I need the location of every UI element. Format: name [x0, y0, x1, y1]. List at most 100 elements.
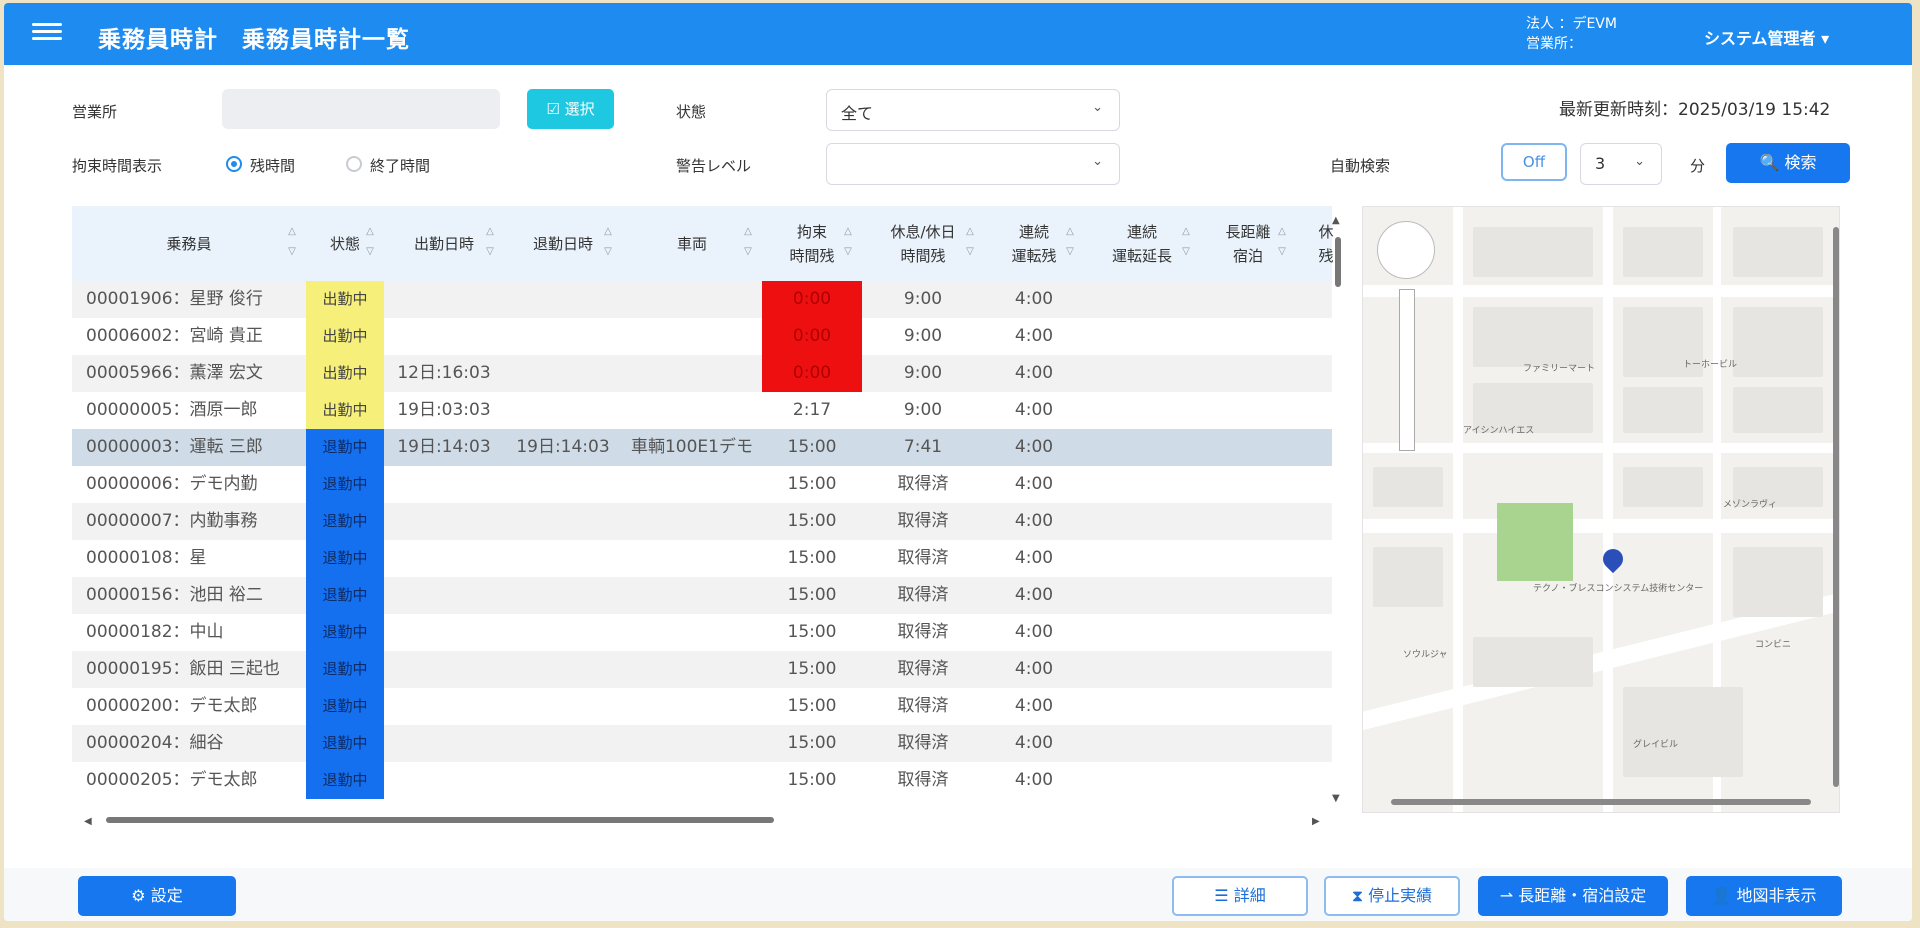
office-select-button[interactable]: ☑ 選択: [527, 89, 614, 129]
sort-icon[interactable]: △▽: [842, 222, 854, 262]
radio-remaining[interactable]: [226, 156, 242, 172]
start-time-cell: [384, 503, 504, 540]
office-input[interactable]: [222, 89, 500, 129]
table-horizontal-scrollbar[interactable]: [82, 813, 1332, 827]
detail-button[interactable]: ☰ 詳細: [1172, 876, 1308, 916]
interval-unit: 分: [1690, 157, 1706, 175]
sort-icon[interactable]: △▽: [484, 222, 496, 262]
end-time-cell: [504, 762, 622, 799]
end-time-cell: [504, 540, 622, 577]
column-header[interactable]: 状態 △ ▽: [306, 206, 384, 281]
vehicle-cell: [622, 318, 762, 355]
binding-remaining-cell: 15:00: [787, 585, 837, 605]
binding-remaining-cell: 15:00: [787, 437, 837, 457]
binding-remaining-cell: 15:00: [787, 511, 837, 531]
status-cell: 出勤中: [306, 281, 384, 318]
status-cell: 退勤中: [306, 540, 384, 577]
column-header[interactable]: 退勤日時 △ ▽: [504, 206, 622, 281]
vehicle-cell: 車輌100E1デモ: [630, 437, 753, 457]
table-row[interactable]: 00001906：星野 俊行 出勤中 0:00 9:00 4:00: [72, 281, 1332, 318]
state-select[interactable]: 全て ⌄: [826, 89, 1120, 131]
sort-icon[interactable]: △▽: [742, 222, 754, 262]
driver-cell: 00000205：デモ太郎: [86, 770, 258, 790]
table-row[interactable]: 00000006：デモ内勤 退勤中 15:00 取得済 4:00: [72, 466, 1332, 503]
vehicle-cell: [622, 503, 762, 540]
table-row[interactable]: 00000182：中山 退勤中 15:00 取得済 4:00: [72, 614, 1332, 651]
map-vertical-scrollbar[interactable]: [1833, 227, 1839, 787]
driver-cell: 00000108：星: [86, 548, 207, 568]
warn-select[interactable]: ⌄: [826, 143, 1120, 185]
sort-icon[interactable]: △▽: [364, 222, 376, 262]
map-zoom-slider[interactable]: [1399, 289, 1415, 451]
rest-remaining-cell: 取得済: [897, 548, 949, 568]
end-time-cell: [504, 614, 622, 651]
end-time-cell: 19日:14:03: [516, 437, 610, 457]
end-time-cell: [504, 392, 622, 429]
scroll-right-icon[interactable]: ▶: [1312, 816, 1320, 827]
stop-record-button[interactable]: ⧗ 停止実績: [1324, 876, 1460, 916]
auto-search-toggle[interactable]: Off: [1501, 143, 1567, 181]
status-cell: 出勤中: [306, 318, 384, 355]
binding-remaining-cell: 15:00: [787, 474, 837, 494]
sort-icon[interactable]: △▽: [286, 222, 298, 262]
map-horizontal-scrollbar[interactable]: [1391, 799, 1811, 805]
user-menu[interactable]: システム管理者 ▾: [1704, 25, 1829, 49]
sort-icon[interactable]: △▽: [1064, 222, 1076, 262]
column-header[interactable]: 乗務員 △ ▽: [72, 206, 306, 281]
sort-icon[interactable]: △▽: [1180, 222, 1192, 262]
sort-icon[interactable]: △▽: [602, 222, 614, 262]
column-header[interactable]: 長距離 宿泊 △ ▽: [1200, 206, 1296, 281]
long-distance-settings-button[interactable]: ⇀ 長距離・宿泊設定: [1478, 876, 1668, 916]
updated-label: 最新更新時刻：: [1559, 100, 1678, 120]
table-row[interactable]: 00000003：運転 三郎 退勤中 19日:14:03 19日:14:03 車輌100…: [72, 429, 1332, 466]
scroll-down-icon[interactable]: ▼: [1332, 793, 1340, 804]
rest-remaining-cell: 取得済: [897, 659, 949, 679]
column-header[interactable]: 連続 運転延長 △ ▽: [1084, 206, 1200, 281]
driver-cell: 00000156：池田 裕二: [86, 585, 263, 605]
table-row[interactable]: 00006002：宮崎 貴正 出勤中 0:00 9:00 4:00: [72, 318, 1332, 355]
table-row[interactable]: 00000200：デモ太郎 退勤中 15:00 取得済 4:00: [72, 688, 1332, 725]
map-pan-control[interactable]: [1377, 221, 1435, 279]
app-title: 乗務員時計: [98, 27, 218, 53]
rest-remaining-cell: 9:00: [903, 289, 943, 309]
interval-select[interactable]: 3 ⌄: [1580, 143, 1662, 185]
start-time-cell: [384, 281, 504, 318]
scroll-up-icon[interactable]: ▲: [1332, 215, 1340, 226]
column-header[interactable]: 連続 運転残 △ ▽: [984, 206, 1084, 281]
table-header: 乗務員 △ ▽ 状態 △ ▽ 出勤日時 △ ▽ 退勤日時 △ ▽ 車両 △ ▽ 拘束 時間残 △ ▽ 休息/休日 時間残…: [72, 206, 1340, 281]
start-time-cell: [384, 651, 504, 688]
search-button[interactable]: 🔍 検索: [1726, 143, 1850, 183]
table-row[interactable]: 00000108：星 退勤中 15:00 取得済 4:00: [72, 540, 1332, 577]
map-panel[interactable]: ファミリーマート アイシンハイエス メゾンラヴィ テクノ・ブレスコンシステム技術…: [1362, 206, 1840, 813]
table-row[interactable]: 00005966：薫澤 宏文 出勤中 12日:16:03 0:00 9:00 4:00: [72, 355, 1332, 392]
table-row[interactable]: 00000156：池田 裕二 退勤中 15:00 取得済 4:00: [72, 577, 1332, 614]
menu-icon[interactable]: [32, 19, 62, 49]
radio-end[interactable]: [346, 156, 362, 172]
continuous-drive-cell: 4:00: [1014, 363, 1054, 383]
binding-remaining-cell: 15:00: [787, 622, 837, 642]
settings-button[interactable]: ⚙ 設定: [78, 876, 236, 916]
table-row[interactable]: 00000205：デモ太郎 退勤中 15:00 取得済 4:00: [72, 762, 1332, 799]
column-header[interactable]: 車両 △ ▽: [622, 206, 762, 281]
end-time-cell: [504, 503, 622, 540]
continuous-drive-cell: 4:00: [1014, 733, 1054, 753]
table-row[interactable]: 00000005：酒原一郎 出勤中 19日:03:03 2:17 9:00 4:00: [72, 392, 1332, 429]
status-cell: 退勤中: [306, 466, 384, 503]
rest-remaining-cell: 取得済: [897, 585, 949, 605]
column-header[interactable]: 休息/休日 時間残 △ ▽: [862, 206, 984, 281]
hide-map-button[interactable]: 👤 地図非表示: [1686, 876, 1842, 916]
sort-icon[interactable]: △▽: [964, 222, 976, 262]
auto-search-label: 自動検索: [1330, 157, 1391, 175]
column-header[interactable]: 拘束 時間残 △ ▽: [762, 206, 862, 281]
table-row[interactable]: 00000007：内勤事務 退勤中 15:00 取得済 4:00: [72, 503, 1332, 540]
table-vertical-scrollbar[interactable]: [1334, 213, 1342, 793]
table-row[interactable]: 00000204：細谷 退勤中 15:00 取得済 4:00: [72, 725, 1332, 762]
map-label: ファミリーマート: [1523, 364, 1596, 374]
binding-remaining-cell: 15:00: [787, 770, 837, 790]
sort-icon[interactable]: △▽: [1276, 222, 1288, 262]
column-header[interactable]: 出勤日時 △ ▽: [384, 206, 504, 281]
table-row[interactable]: 00000195：飯田 三起也 退勤中 15:00 取得済 4:00: [72, 651, 1332, 688]
map-label: トーホービル: [1683, 360, 1738, 370]
rest-remaining-cell: 取得済: [897, 696, 949, 716]
scroll-left-icon[interactable]: ◀: [84, 816, 92, 827]
